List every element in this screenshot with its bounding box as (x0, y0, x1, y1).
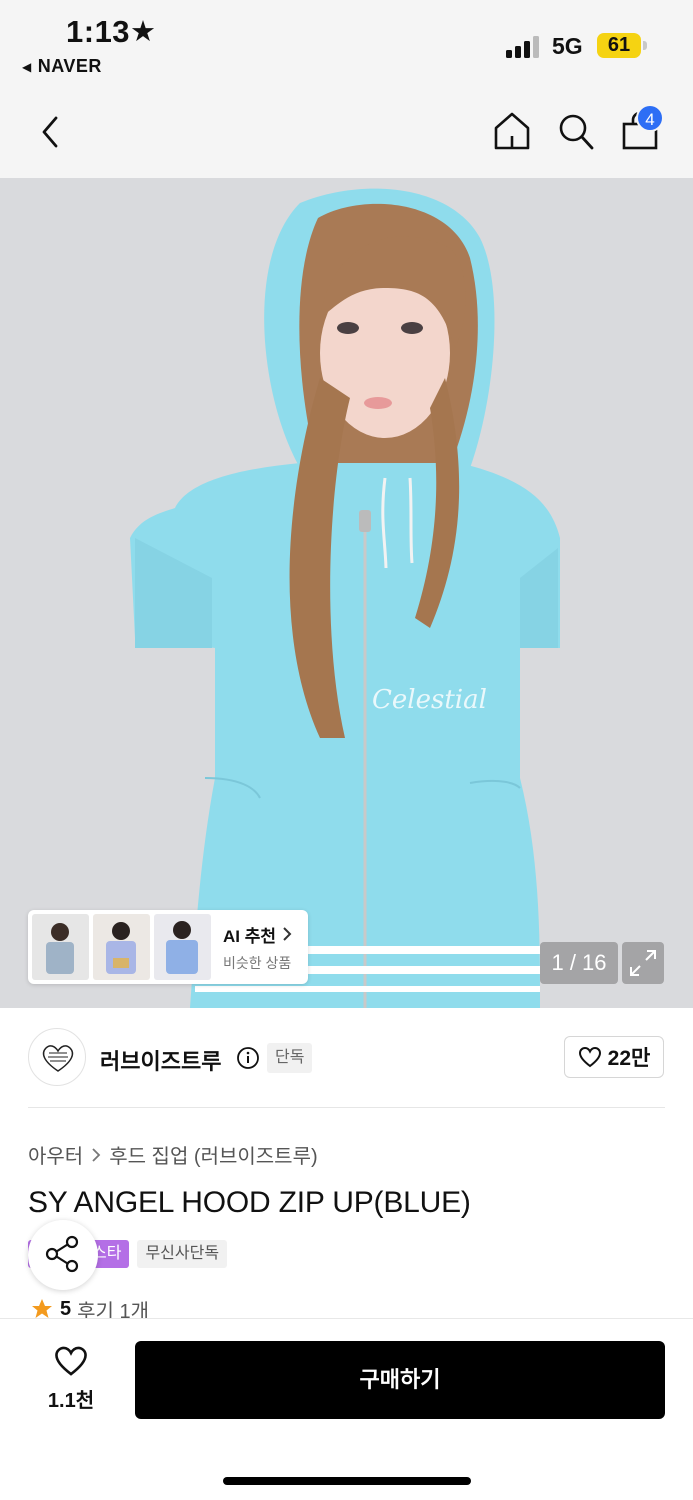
brand-row: 러브이즈트루 단독 22만 (0, 1008, 693, 1108)
divider (28, 1107, 665, 1108)
back-triangle-icon: ◀ (22, 59, 32, 74)
breadcrumb: 아우터 후드 집업 (러브이즈트루) (28, 1140, 318, 1169)
rating-row[interactable]: 5 후기 1개 (30, 1298, 149, 1320)
back-to-app-link[interactable]: ◀ NAVER (22, 56, 102, 77)
ai-thumbnail-2 (93, 914, 150, 980)
chevron-right-icon (283, 927, 292, 941)
brand-logo[interactable] (28, 1028, 86, 1086)
ai-thumbnail-3 (154, 914, 211, 980)
ai-recommend-title-row: AI 추천 (223, 922, 292, 947)
share-button[interactable] (28, 1220, 98, 1290)
brand-name[interactable]: 러브이즈트루 (100, 1044, 221, 1076)
battery-tip (643, 41, 647, 50)
expand-icon[interactable] (622, 942, 664, 984)
breadcrumb-item-category[interactable]: 아우터 (28, 1140, 83, 1169)
ai-recommend-subtitle: 비슷한 상품 (223, 954, 292, 971)
status-time: 1:13 (66, 14, 131, 49)
top-nav-bar (0, 92, 693, 178)
share-icon (45, 1235, 79, 1273)
heart-icon (55, 1346, 87, 1376)
image-counter: 1 / 16 (540, 942, 618, 984)
rating-score: 5 (60, 1298, 72, 1320)
exclusive-tag: 무신사단독 (137, 1240, 228, 1268)
product-photo: Celestial (0, 178, 693, 1008)
review-count: 후기 1개 (77, 1300, 150, 1321)
ai-recommend-card[interactable]: AI 추천 비슷한 상품 (28, 910, 308, 984)
back-app-label: NAVER (37, 56, 102, 76)
info-icon[interactable] (236, 1046, 260, 1070)
back-arrow-icon[interactable] (34, 112, 70, 152)
svg-text:Celestial: Celestial (372, 685, 487, 715)
chevron-right-icon (92, 1147, 101, 1162)
cellular-signal-icon (506, 36, 539, 58)
wishlist-button[interactable]: 1.1천 (40, 1345, 102, 1413)
status-star-icon: ★ (130, 16, 156, 48)
product-title: SY ANGEL HOOD ZIP UP(BLUE) (28, 1186, 471, 1219)
ai-recommend-title: AI 추천 (223, 926, 277, 946)
wishlist-count: 1.1천 (47, 1390, 95, 1412)
star-icon (32, 1299, 52, 1318)
breadcrumb-item-subcategory[interactable]: 후드 집업 (러브이즈트루) (109, 1140, 317, 1169)
search-icon[interactable] (556, 110, 596, 152)
brand-exclusive-tag: 단독 (267, 1043, 313, 1073)
network-type: 5G (552, 33, 583, 59)
heart-icon (578, 1046, 601, 1068)
cart-count-badge: 4 (636, 104, 664, 132)
bottom-action-bar: 1.1천 구매하기 (0, 1318, 693, 1500)
status-bar: 1:13 ★ ◀ NAVER 5G 61 (0, 0, 693, 92)
ai-recommend-text: AI 추천 비슷한 상품 (223, 922, 292, 973)
product-image-carousel[interactable]: Celestial AI 추천 비슷한 상품 1 / 16 (0, 178, 693, 1008)
home-icon[interactable] (492, 110, 532, 152)
brand-like-button[interactable]: 22만 (564, 1036, 664, 1078)
brand-like-count: 22만 (607, 1047, 651, 1070)
ai-thumbnail-1 (32, 914, 89, 980)
battery-level: 61 (597, 33, 641, 58)
home-indicator[interactable] (223, 1477, 471, 1485)
buy-button[interactable]: 구매하기 (135, 1341, 665, 1419)
